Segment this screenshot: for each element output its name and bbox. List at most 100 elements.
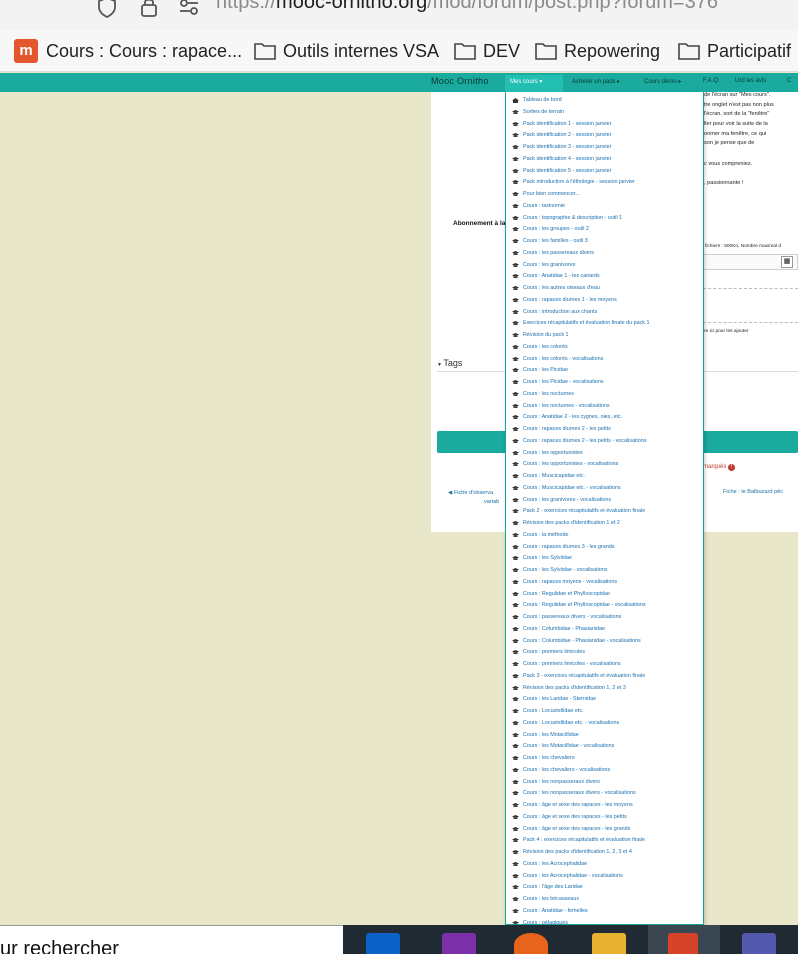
dropdown-item[interactable]: Cours : Regulidae et Phylloscopidae — [506, 589, 703, 601]
dropdown-item[interactable]: Cours : âge et sexe des rapaces - les gr… — [506, 824, 703, 836]
site-brand[interactable]: Mooc Ornitho — [431, 76, 489, 86]
dropdown-item[interactable]: Cours : les granivores — [506, 260, 703, 272]
dropdown-item[interactable]: Pack 2 - exercices récapitulatifs et éva… — [506, 506, 703, 518]
dropdown-item[interactable]: Cours : les Sylviidae - vocalisations — [506, 565, 703, 577]
shield-icon[interactable] — [96, 0, 118, 18]
dropdown-item[interactable]: Révision des packs d'identification 1 et… — [506, 518, 703, 530]
outlook-icon[interactable] — [366, 933, 400, 954]
dropdown-item[interactable]: Cours : passereaux divers - vocalisation… — [506, 612, 703, 624]
dropdown-item[interactable]: Cours : les nonpasseraux divers — [506, 777, 703, 789]
dropdown-item[interactable]: Cours : les Motacillidae — [506, 730, 703, 742]
grid-view-icon[interactable]: ▦ — [781, 256, 793, 268]
dropdown-item[interactable]: Cours : Regulidae et Phylloscopidae - vo… — [506, 600, 703, 612]
dropdown-item[interactable]: Révision du pack 1 — [506, 330, 703, 342]
dropdown-item[interactable]: Cours : topographie & description - outi… — [506, 213, 703, 225]
dropdown-item[interactable]: Cours : les groupes - outil 2 — [506, 224, 703, 236]
nav-acheter-pack[interactable]: Acheter un pack ▸ — [572, 78, 620, 85]
dropdown-item[interactable]: Cours : premiers limicoles - vocalisatio… — [506, 659, 703, 671]
dropdown-item[interactable]: Pack 4 : exercices récapitulatifs et éva… — [506, 835, 703, 847]
dropdown-item[interactable]: Tableau de bord — [506, 95, 703, 107]
dropdown-item[interactable]: Cours : les nocturnes - vocalisations — [506, 401, 703, 413]
dropdown-item[interactable]: Cours : âge et sexe des rapaces - les mo… — [506, 800, 703, 812]
dropdown-item[interactable]: Exercices récapitulatifs et évaluation f… — [506, 318, 703, 330]
dropdown-item[interactable]: Cours : les passereaux divers — [506, 248, 703, 260]
dropdown-item[interactable]: Cours : Locustellidae etc. — [506, 706, 703, 718]
dropdown-item[interactable]: Cours : les opportunistes - vocalisation… — [506, 459, 703, 471]
next-discussion-link[interactable]: Fiche : le Balbuzard pêc — [723, 489, 783, 495]
dropdown-item[interactable]: Cours : les nonpasseraux divers - vocali… — [506, 788, 703, 800]
nav-mes-cours[interactable]: Mes cours ▾ — [510, 78, 542, 85]
dropdown-item[interactable]: Cours : rapaces diurnes 1 - les moyens — [506, 295, 703, 307]
tags-section-toggle[interactable]: ▼ Tags — [437, 358, 462, 368]
dropdown-item[interactable]: Révision des packs d'identification 1, 2… — [506, 847, 703, 859]
lock-icon[interactable] — [138, 0, 160, 18]
cap-icon — [512, 485, 519, 490]
dropdown-item[interactable]: Cours : Anatidae 2 - les cygnes, oies, e… — [506, 412, 703, 424]
dropdown-item[interactable]: Cours : Anatidae - femelles — [506, 906, 703, 918]
dropdown-item[interactable]: Cours : les Picidae — [506, 365, 703, 377]
firefox-icon[interactable] — [514, 933, 548, 954]
dropdown-item[interactable]: Cours : âge et sexe des rapaces - les pe… — [506, 812, 703, 824]
dropdown-item[interactable]: Cours : premiers limicoles — [506, 647, 703, 659]
dropdown-item[interactable]: Pack introduction à l'éthologie - sessio… — [506, 177, 703, 189]
dropdown-item[interactable]: Cours : les nocturnes — [506, 389, 703, 401]
teams-icon[interactable] — [742, 933, 776, 954]
dropdown-item[interactable]: Pack identification 5 - session janvier — [506, 166, 703, 178]
dropdown-item[interactable]: Cours : les Acrocephalidae — [506, 859, 703, 871]
dropdown-item[interactable]: Cours : Muscicapidae etc. — [506, 471, 703, 483]
previous-discussion-link[interactable]: ◀ Fiche d'observa variab — [448, 489, 499, 507]
dropdown-item[interactable]: Cours : Columbidae - Phasianidae — [506, 624, 703, 636]
dropdown-item[interactable]: Cours : les Laridae - Sternidae — [506, 694, 703, 706]
cap-icon — [512, 861, 519, 866]
dropdown-item[interactable]: Pack identification 3 - session janvier — [506, 142, 703, 154]
dropdown-item[interactable]: Cours : les chevaliers — [506, 753, 703, 765]
onenote-icon[interactable] — [442, 933, 476, 954]
dropdown-item[interactable]: Cours : les colorés - vocalisations — [506, 354, 703, 366]
dropdown-item[interactable]: Cours : Locustellidae etc. - vocalisatio… — [506, 718, 703, 730]
nav-faq[interactable]: F.A.Q. — [703, 78, 720, 84]
dropdown-item[interactable]: Cours : taxinomie — [506, 201, 703, 213]
dropdown-item[interactable]: Cours : Anatidae 1 - les canards — [506, 271, 703, 283]
bookmark-dev[interactable]: DEV — [454, 39, 520, 63]
dropdown-item[interactable]: Cours : rapaces moyens - vocalisations — [506, 577, 703, 589]
dropdown-item[interactable]: Pack identification 2 - session janvier — [506, 130, 703, 142]
dropdown-item[interactable]: Pack 3 - exercices récapitulatifs et éva… — [506, 671, 703, 683]
permissions-icon[interactable] — [178, 0, 200, 18]
dropdown-item[interactable]: Cours : Muscicapidae etc. - vocalisation… — [506, 483, 703, 495]
bookmark-outils-internes[interactable]: Outils internes VSA — [254, 39, 439, 63]
dropdown-item[interactable]: Cours : Columbidae - Phasianidae - vocal… — [506, 636, 703, 648]
dropdown-item[interactable]: Cours : introduction aux chants — [506, 307, 703, 319]
bookmark-repowering[interactable]: Repowering — [535, 39, 660, 63]
dropdown-item[interactable]: Cours : les chevaliers - vocalisations — [506, 765, 703, 777]
dropdown-item[interactable]: Cours : les Acrocephalidae - vocalisatio… — [506, 871, 703, 883]
dropdown-item[interactable]: Cours : les autres oiseaux d'eau — [506, 283, 703, 295]
dropdown-item[interactable]: Sorties de terrain — [506, 107, 703, 119]
dropdown-item[interactable]: Cours : rapaces diurnes 3 - les grands — [506, 542, 703, 554]
dropdown-item[interactable]: Pack identification 4 - session janvier — [506, 154, 703, 166]
taskbar-search-box[interactable]: ur rechercher — [0, 925, 343, 954]
nav-cours-demo[interactable]: Cours démo ▸ — [644, 78, 681, 85]
dropdown-item[interactable]: Cours : les Picidae - vocalisations — [506, 377, 703, 389]
dropdown-item[interactable]: Révision des packs d'identification 1, 2… — [506, 683, 703, 695]
url-field[interactable]: https://mooc-ornitho.org/mod/forum/post.… — [216, 0, 718, 14]
dropdown-item[interactable]: Cours : les Sylviidae — [506, 553, 703, 565]
dropdown-item[interactable]: Cours : pélagiques — [506, 918, 703, 924]
dropdown-item[interactable]: Cours : les Motacillidae - vocalisations — [506, 741, 703, 753]
dropdown-item[interactable]: Pack identification 1 - session janvier — [506, 119, 703, 131]
dropdown-item[interactable]: Pour bien commencer... — [506, 189, 703, 201]
dropdown-item[interactable]: Cours : l'âge des Laridae — [506, 882, 703, 894]
dropdown-item[interactable]: Cours : rapaces diurnes 2 - les petits — [506, 424, 703, 436]
nav-avis[interactable]: Urd les avis — [735, 78, 766, 84]
nav-contact[interactable]: C — [787, 78, 791, 84]
dropdown-item[interactable]: Cours : les bécasseaux — [506, 894, 703, 906]
dropdown-item[interactable]: Cours : rapaces diurnes 2 - les petits -… — [506, 436, 703, 448]
file-explorer-icon[interactable] — [592, 933, 626, 954]
dropdown-item[interactable]: Cours : la méthode — [506, 530, 703, 542]
dropdown-item[interactable]: Cours : les granivores - vocalisations — [506, 495, 703, 507]
active-app-icon[interactable] — [668, 933, 698, 954]
bookmark-cours-rapaces[interactable]: m Cours : Cours : rapace... — [14, 39, 242, 63]
bookmark-participatif[interactable]: Participatif — [678, 39, 791, 63]
dropdown-item[interactable]: Cours : les colorés — [506, 342, 703, 354]
dropdown-item[interactable]: Cours : les opportunistes — [506, 448, 703, 460]
dropdown-item[interactable]: Cours : les familles - outil 3 — [506, 236, 703, 248]
